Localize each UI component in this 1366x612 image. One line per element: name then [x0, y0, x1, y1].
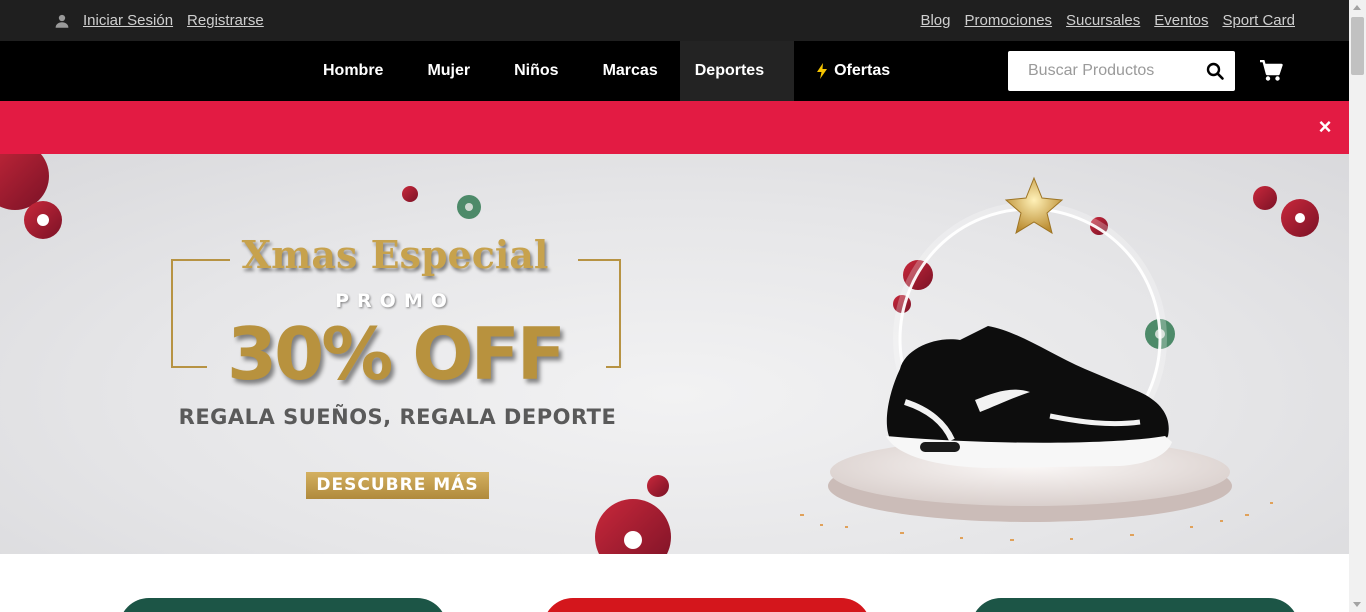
page: Iniciar Sesión Registrarse Blog Promocio… [0, 0, 1366, 612]
search-box [1008, 51, 1235, 91]
cart-icon[interactable] [1259, 60, 1283, 82]
account-links: Iniciar Sesión Registrarse [53, 0, 264, 41]
sneaker-image [886, 326, 1172, 468]
nav-item-label: Deportes [694, 62, 765, 79]
search-icon[interactable] [1205, 61, 1225, 81]
star-icon [1004, 176, 1064, 235]
nav-item-ofertas[interactable]: Ofertas [794, 41, 912, 101]
scrollbar-thumb[interactable] [1351, 17, 1364, 75]
hero-discount: 30% OFF [227, 312, 566, 396]
page-scrollbar[interactable] [1349, 0, 1366, 612]
scroll-up-icon[interactable] [1353, 5, 1361, 10]
nav-item-hombre[interactable]: Hombre [301, 41, 405, 101]
category-menu: Hombre Mujer Niños Marcas Deportes Ofert… [301, 41, 912, 101]
category-card[interactable] [543, 598, 871, 612]
nav-item-mujer[interactable]: Mujer [405, 41, 492, 101]
promociones-link[interactable]: Promociones [965, 12, 1053, 29]
hero-tagline: REGALA SUEÑOS, REGALA DEPORTE [178, 405, 617, 429]
utility-bar: Iniciar Sesión Registrarse Blog Promocio… [0, 0, 1349, 41]
nav-item-label: Hombre [323, 62, 384, 79]
hero-banner[interactable]: Xmas Especial PROMO 30% OFF REGALA SUEÑO… [0, 154, 1349, 554]
nav-item-deportes[interactable]: Deportes [679, 41, 795, 101]
login-link[interactable]: Iniciar Sesión [83, 12, 173, 29]
search-input[interactable] [1008, 51, 1198, 91]
utility-links: Blog Promociones Sucursales Eventos Spor… [920, 0, 1295, 41]
scroll-down-icon[interactable] [1353, 602, 1361, 607]
blog-link[interactable]: Blog [920, 12, 950, 29]
main-nav: Hombre Mujer Niños Marcas Deportes Ofert… [0, 41, 1349, 101]
nav-item-marcas[interactable]: Marcas [581, 41, 680, 101]
hero-promo-label: PROMO [335, 290, 455, 312]
close-icon[interactable]: × [1315, 116, 1335, 138]
sucursales-link[interactable]: Sucursales [1066, 12, 1140, 29]
nav-item-label: Niños [514, 62, 559, 79]
bolt-icon [817, 63, 828, 79]
category-card[interactable] [971, 598, 1299, 612]
nav-item-label: Ofertas [834, 62, 891, 79]
register-link[interactable]: Registrarse [187, 12, 264, 29]
user-icon [55, 14, 69, 28]
nav-item-ninos[interactable]: Niños [492, 41, 580, 101]
category-card[interactable] [119, 598, 447, 612]
discover-more-button[interactable]: DESCUBRE MÁS [306, 472, 489, 499]
hero-title: Xmas Especial [241, 232, 549, 277]
nav-item-label: Mujer [427, 62, 471, 79]
notice-banner: × [0, 101, 1349, 154]
eventos-link[interactable]: Eventos [1154, 12, 1208, 29]
sport-card-link[interactable]: Sport Card [1222, 12, 1295, 29]
nav-item-label: Marcas [602, 62, 658, 79]
